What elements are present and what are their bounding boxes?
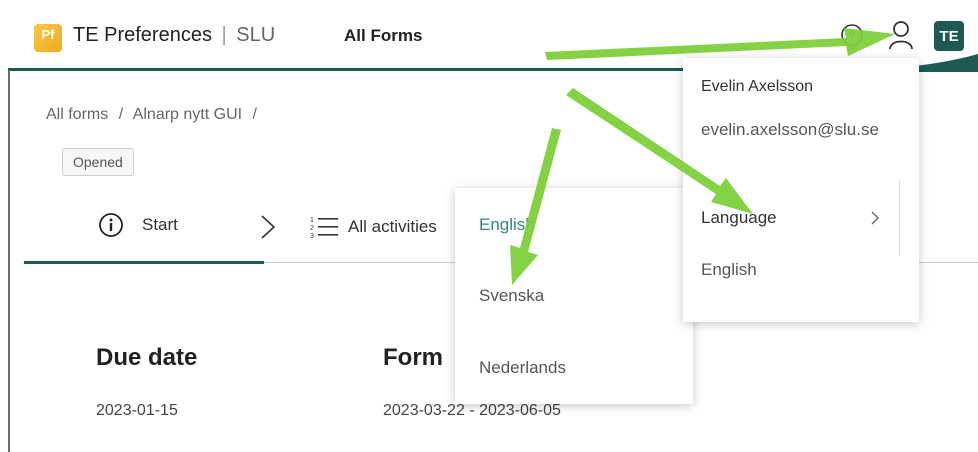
- user-email: evelin.axelsson@slu.se: [701, 120, 879, 139]
- current-language: English: [701, 260, 757, 279]
- user-icon[interactable]: [888, 20, 914, 50]
- svg-text:3: 3: [310, 233, 314, 239]
- form-period-title: Form: [383, 344, 443, 371]
- language-option-english[interactable]: English: [479, 215, 535, 235]
- breadcrumb: All forms / Alnarp nytt GUI /: [46, 106, 263, 124]
- tab-active-underline: [24, 261, 264, 264]
- tab-all-activities[interactable]: All activities: [348, 217, 437, 237]
- language-option-svenska[interactable]: Svenska: [479, 286, 544, 306]
- chevron-right-icon: [261, 215, 276, 239]
- svg-text:2: 2: [310, 225, 314, 232]
- breadcrumb-form-name[interactable]: Alnarp nytt GUI: [133, 106, 242, 123]
- left-rail: [8, 70, 10, 452]
- breadcrumb-all-forms[interactable]: All forms: [46, 106, 108, 123]
- nav-all-forms[interactable]: All Forms: [344, 26, 422, 46]
- breadcrumb-separator: /: [118, 106, 124, 123]
- language-option-nederlands[interactable]: Nederlands: [479, 358, 566, 378]
- breadcrumb-separator: /: [252, 106, 257, 123]
- due-date-value: 2023-01-15: [96, 402, 178, 419]
- avatar[interactable]: TE: [934, 21, 964, 51]
- menu-item-language[interactable]: Language: [683, 194, 919, 242]
- app-org: SLU: [236, 24, 276, 46]
- app-name: TE Preferences: [73, 24, 212, 46]
- menu-item-language-label: Language: [701, 208, 777, 227]
- tab-start[interactable]: Start: [98, 212, 178, 238]
- user-menu: Evelin Axelsson evelin.axelsson@slu.se L…: [683, 58, 919, 322]
- language-submenu: English Svenska Nederlands: [455, 188, 693, 404]
- svg-text:1: 1: [310, 217, 314, 224]
- form-period-value: 2023-03-22 - 2023-06-05: [383, 402, 561, 419]
- app-title-separator: |: [221, 24, 227, 46]
- help-icon[interactable]: ?: [840, 23, 864, 47]
- status-badge: Opened: [62, 148, 134, 176]
- user-name: Evelin Axelsson: [701, 78, 814, 95]
- svg-text:?: ?: [848, 28, 855, 43]
- numbered-list-icon: 1 2 3: [310, 217, 338, 239]
- info-icon: [99, 213, 123, 237]
- app-title[interactable]: TE Preferences | SLU: [73, 24, 275, 47]
- due-date-title: Due date: [96, 344, 198, 371]
- tab-start-label: Start: [142, 215, 178, 234]
- chevron-right-icon: [871, 211, 879, 225]
- app-logo: Pf: [34, 24, 62, 52]
